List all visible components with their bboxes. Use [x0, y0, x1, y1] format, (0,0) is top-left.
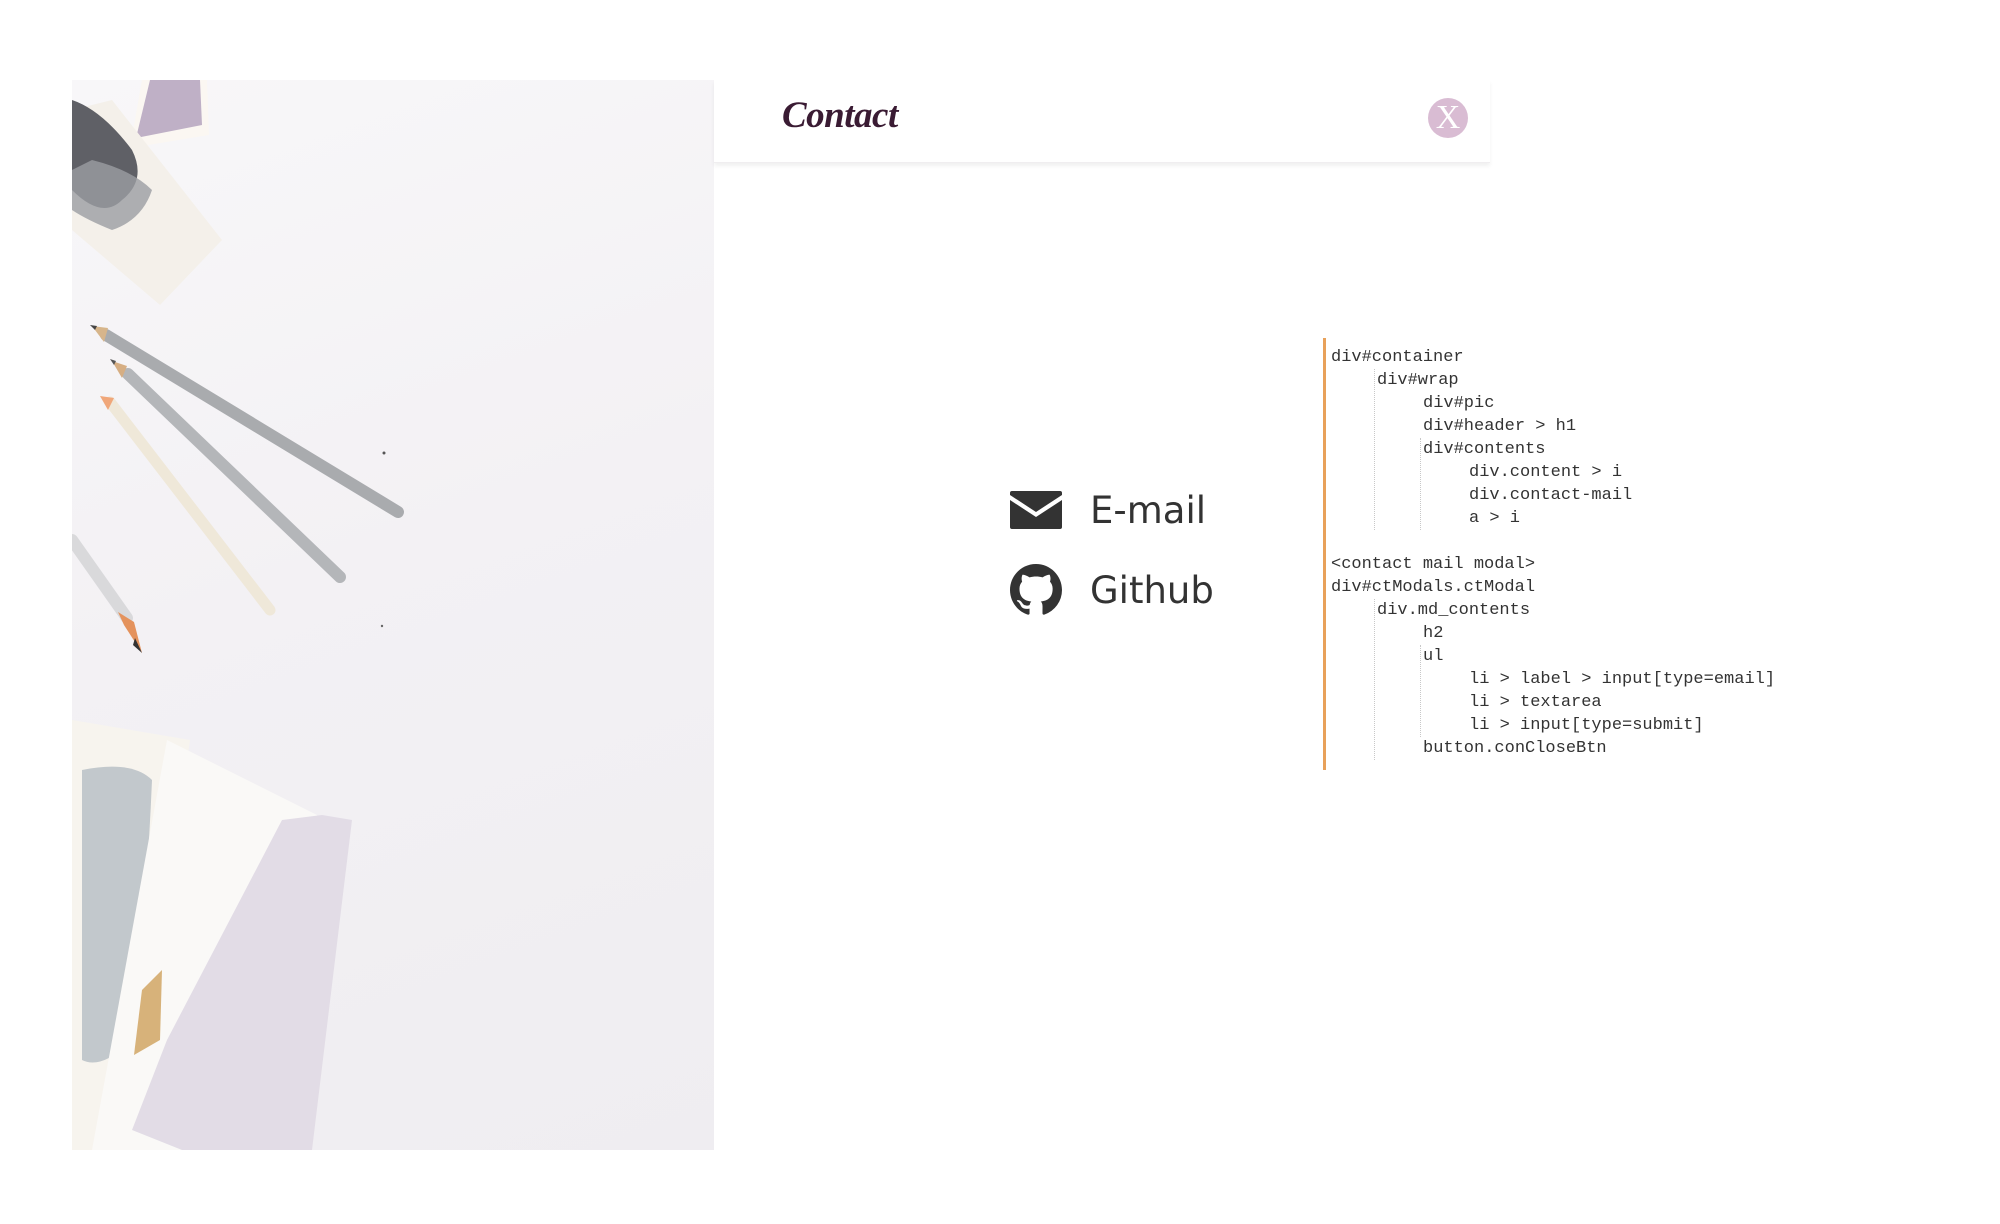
- github-link[interactable]: Github: [1010, 564, 1214, 616]
- envelope-icon: [1010, 491, 1062, 529]
- hero-photo: [72, 80, 714, 1150]
- github-icon: [1010, 564, 1062, 615]
- code-line: button.conCloseBtn: [1423, 739, 1607, 758]
- close-button[interactable]: X: [1428, 98, 1468, 138]
- indent-guide: [1420, 645, 1421, 737]
- code-line: div#pic: [1423, 394, 1495, 413]
- github-label: Github: [1090, 568, 1214, 612]
- code-line: ul: [1423, 647, 1444, 666]
- code-line: div.md_contents: [1377, 601, 1531, 620]
- email-link[interactable]: E-mail: [1010, 484, 1206, 536]
- code-line: div.contact-mail: [1469, 486, 1633, 505]
- indent-guide: [1374, 599, 1375, 760]
- code-line: h2: [1423, 624, 1444, 643]
- code-line: li > textarea: [1469, 693, 1602, 712]
- code-line: li > input[type=submit]: [1469, 716, 1704, 735]
- page-title: Contact: [782, 95, 898, 136]
- code-line: div#header > h1: [1423, 417, 1577, 436]
- code-line: <contact mail modal>: [1331, 555, 1536, 574]
- indent-guide: [1374, 369, 1375, 530]
- code-line: div#wrap: [1377, 371, 1459, 390]
- code-line: div.content > i: [1469, 463, 1623, 482]
- code-line: li > label > input[type=email]: [1469, 670, 1776, 689]
- code-line: div#container: [1331, 348, 1464, 367]
- modal-header: Contact X: [714, 80, 1490, 163]
- stationery-photo-illustration: [72, 80, 404, 1150]
- code-outline: div#container div#wrap div#pic div#header >…: [1323, 338, 1846, 770]
- code-line: div#contents: [1423, 440, 1546, 459]
- indent-guide: [1420, 438, 1421, 530]
- code-line: a > i: [1469, 509, 1521, 528]
- email-label: E-mail: [1090, 488, 1207, 532]
- code-line: div#ctModals.ctModal: [1331, 578, 1536, 597]
